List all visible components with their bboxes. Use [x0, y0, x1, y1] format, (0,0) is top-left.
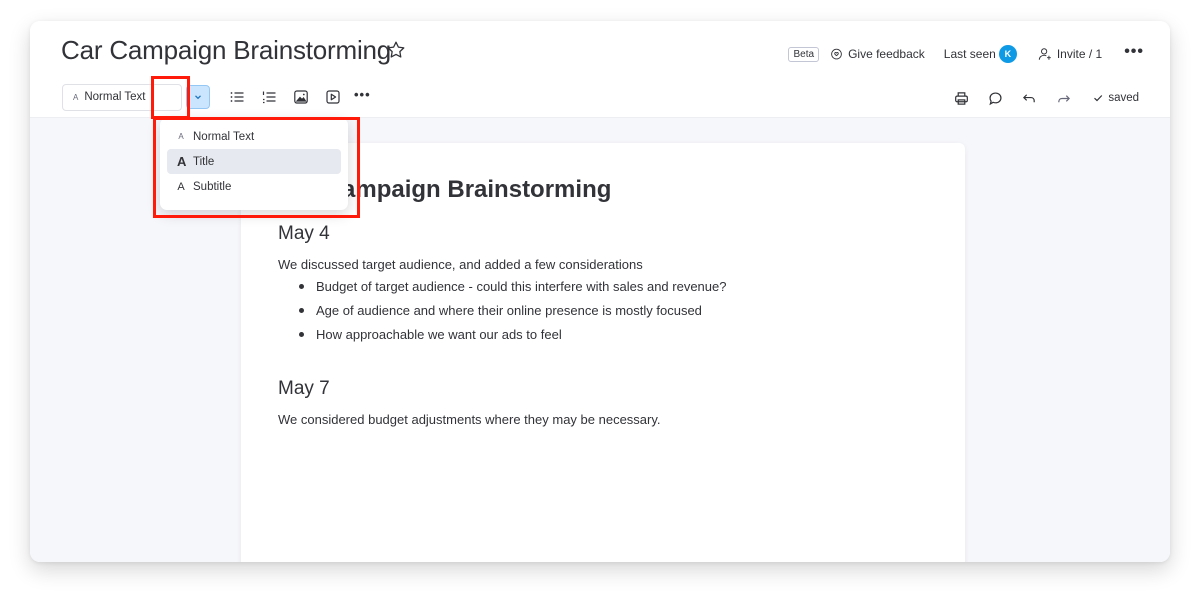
- video-icon: [326, 90, 340, 104]
- print-button[interactable]: [953, 90, 969, 106]
- give-feedback-button[interactable]: Give feedback: [830, 47, 925, 61]
- chevron-down-icon: [195, 95, 201, 100]
- normal-text-icon: A: [178, 132, 184, 141]
- editor-toolbar: A Normal Text •••: [62, 83, 371, 111]
- document-page[interactable]: Car Campaign Brainstorming May 4 We disc…: [241, 143, 965, 562]
- app-window: Car Campaign Brainstorming Beta Give fee…: [30, 21, 1170, 562]
- more-tools-icon[interactable]: •••: [354, 87, 371, 102]
- last-seen[interactable]: Last seen K: [944, 45, 1017, 63]
- insert-image-button[interactable]: [292, 88, 310, 106]
- section-heading[interactable]: May 4: [278, 223, 330, 245]
- dropdown-item-normal-text[interactable]: A Normal Text: [167, 124, 341, 149]
- text-style-value: Normal Text: [84, 91, 146, 103]
- bulleted-list-icon: [230, 92, 244, 102]
- give-feedback-label: Give feedback: [848, 47, 925, 61]
- dropdown-item-label: Title: [193, 155, 215, 168]
- text-style-icon: A: [73, 92, 79, 102]
- dropdown-item-label: Subtitle: [193, 180, 232, 193]
- bullet-list: Budget of target audience - could this i…: [297, 274, 726, 346]
- invite-label: Invite / 1: [1056, 47, 1103, 61]
- doc-header: Car Campaign Brainstorming Beta Give fee…: [30, 21, 1170, 118]
- save-status: saved: [1093, 92, 1139, 104]
- print-icon: [954, 91, 968, 105]
- feedback-icon: [831, 48, 842, 59]
- subtitle-icon: A: [177, 180, 185, 193]
- undo-icon: [1022, 93, 1035, 102]
- dropdown-item-subtitle[interactable]: A Subtitle: [167, 174, 341, 199]
- title-icon: A: [177, 154, 187, 169]
- page-title: Car Campaign Brainstorming: [61, 35, 392, 65]
- add-user-icon: [1038, 48, 1051, 60]
- check-icon: [1094, 95, 1103, 102]
- header-actions: Beta Give feedback Last seen K Invite / …: [788, 43, 1144, 65]
- insert-video-button[interactable]: [324, 88, 342, 106]
- image-icon: [294, 90, 308, 104]
- bulleted-list-button[interactable]: [228, 88, 246, 106]
- last-seen-label: Last seen: [943, 47, 996, 61]
- dropdown-item-title[interactable]: A Title: [167, 149, 341, 174]
- numbered-list-button[interactable]: [260, 88, 278, 106]
- section-paragraph[interactable]: We considered budget adjustments where t…: [278, 412, 661, 427]
- list-item[interactable]: Age of audience and where their online p…: [297, 298, 726, 322]
- redo-icon: [1058, 94, 1070, 102]
- invite-button[interactable]: Invite / 1: [1038, 47, 1102, 61]
- comment-icon: [989, 91, 1002, 105]
- text-style-dropdown-toggle[interactable]: [186, 85, 210, 109]
- star-icon[interactable]: [385, 39, 407, 61]
- more-options-icon[interactable]: •••: [1124, 44, 1144, 60]
- redo-button[interactable]: [1055, 90, 1071, 106]
- section-paragraph[interactable]: We discussed target audience, and added …: [278, 257, 643, 272]
- dropdown-item-label: Normal Text: [193, 130, 255, 143]
- text-style-dropdown-menu: A Normal Text A Title A Subtitle: [160, 118, 348, 210]
- section-heading[interactable]: May 7: [278, 378, 330, 400]
- avatar[interactable]: K: [998, 45, 1017, 63]
- comment-button[interactable]: [987, 90, 1003, 106]
- text-style-select[interactable]: A Normal Text: [62, 83, 182, 111]
- list-item[interactable]: Budget of target audience - could this i…: [297, 274, 726, 298]
- toolbar-right-actions: saved: [935, 89, 1139, 107]
- beta-badge: Beta: [788, 46, 820, 62]
- save-status-label: saved: [1108, 92, 1139, 104]
- undo-button[interactable]: [1021, 90, 1037, 106]
- numbered-list-icon: [262, 91, 276, 104]
- list-item[interactable]: How approachable we want our ads to feel: [297, 322, 726, 346]
